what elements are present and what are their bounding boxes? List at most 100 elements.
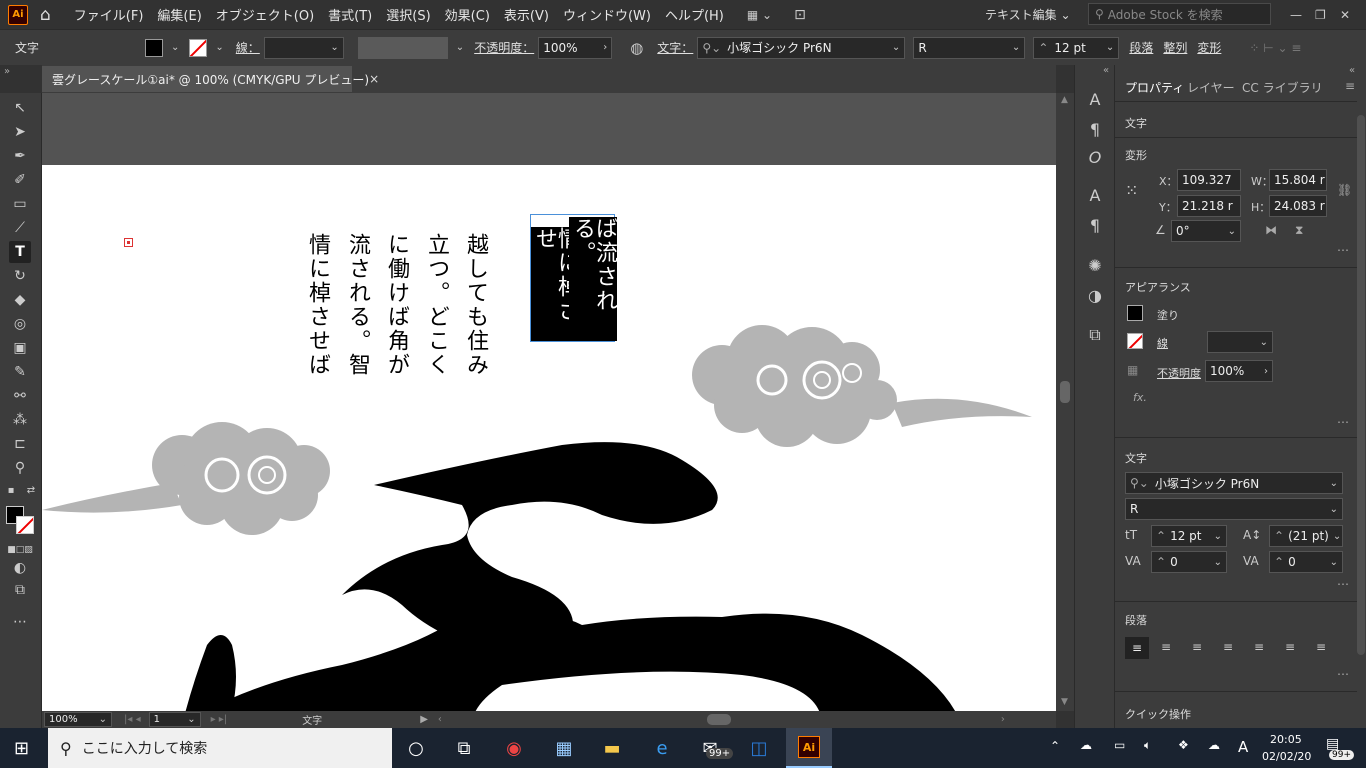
zoom-tool-icon[interactable]: ⚲: [9, 457, 31, 479]
appearance-stroke-swatch[interactable]: [1127, 333, 1143, 349]
menu-effect[interactable]: 効果(C): [438, 5, 497, 24]
home-icon[interactable]: ⌂: [40, 5, 51, 25]
menu-file[interactable]: ファイル(F): [67, 5, 151, 24]
chrome-icon[interactable]: ◉: [501, 736, 527, 760]
hscroll-right-arrow[interactable]: ›: [1001, 714, 1005, 725]
artboards-panel-icon[interactable]: ⧉: [1085, 325, 1105, 345]
rotate-angle-field[interactable]: 0° ⌄: [1171, 220, 1241, 242]
transform-link[interactable]: 変形: [1197, 39, 1221, 56]
character-styles-icon[interactable]: A: [1085, 185, 1105, 205]
volume-icon[interactable]: 🔈︎: [1144, 738, 1151, 753]
blend-tool-icon[interactable]: ⚯: [9, 385, 31, 407]
w-field[interactable]: 15.804 r: [1269, 169, 1327, 191]
hscroll-left-arrow[interactable]: ‹: [438, 714, 442, 725]
task-view-icon[interactable]: ⧉: [451, 736, 477, 760]
symbol-sprayer-tool-icon[interactable]: ⁂: [9, 409, 31, 431]
show-hidden-icons[interactable]: ⌃: [1050, 739, 1060, 753]
vertical-scrollbar[interactable]: ▲ ▼: [1056, 93, 1074, 711]
drawing-mode-icon[interactable]: ◐: [9, 557, 31, 579]
flip-vertical-icon[interactable]: ⧗: [1295, 223, 1303, 238]
transform-more-icon[interactable]: ⋯: [1337, 243, 1349, 257]
panel-tracking-field[interactable]: ⌃ 0 ⌄: [1269, 551, 1343, 573]
canvas-area[interactable]: 情に棹させば 流される。智 に働けば角が 立つ。どこく 越しても住み 情に棹させ…: [42, 93, 1056, 711]
stroke-weight-field[interactable]: ⌄: [263, 36, 344, 59]
selection-tool-icon[interactable]: ↖: [9, 97, 31, 119]
collapse-panel-icon[interactable]: «: [1349, 65, 1355, 76]
panel-kerning-field[interactable]: ⌃ 0 ⌄: [1151, 551, 1227, 573]
tab-layers[interactable]: レイヤー: [1187, 79, 1235, 96]
scroll-up-arrow[interactable]: ▲: [1061, 95, 1068, 105]
appearance-stroke-label[interactable]: 線: [1157, 335, 1168, 351]
reference-point-icon[interactable]: ⁙: [1125, 181, 1138, 200]
paragraph-panel-icon[interactable]: ¶: [1085, 119, 1105, 139]
font-style-field[interactable]: R ⌄: [913, 36, 1026, 59]
warp-tool-icon[interactable]: ◎: [9, 313, 31, 335]
fill-dropdown[interactable]: ⌄: [167, 42, 179, 53]
align-icons[interactable]: ⁘ ⊢ ⌄ ≡: [1249, 41, 1301, 55]
character-panel-icon[interactable]: A: [1085, 89, 1105, 109]
paragraph-more-icon[interactable]: ⋯: [1337, 667, 1349, 681]
default-colors-icon[interactable]: ▪: [4, 483, 18, 497]
workspace-switcher[interactable]: テキスト編集 ⌄: [985, 6, 1071, 23]
panel-collapse-left[interactable]: »: [4, 66, 10, 77]
edge-icon[interactable]: e: [649, 736, 675, 760]
direct-selection-tool-icon[interactable]: ➤: [9, 121, 31, 143]
flip-horizontal-icon[interactable]: ⧓: [1265, 223, 1277, 237]
align-right-icon[interactable]: ≡: [1192, 640, 1202, 654]
brush-dropdown[interactable]: ⌄: [452, 42, 464, 53]
screen-mode-icon[interactable]: ⧉: [9, 579, 31, 601]
font-size-field[interactable]: ⌃ 12 pt ⌄: [1033, 36, 1120, 59]
constrain-proportions-icon[interactable]: ⛓: [1337, 183, 1352, 197]
scroll-down-arrow[interactable]: ▼: [1061, 697, 1068, 707]
store-icon[interactable]: ▦: [551, 736, 577, 760]
align-link[interactable]: 整列: [1163, 39, 1187, 56]
pen-tool-icon[interactable]: ✒: [9, 145, 31, 167]
more-tools-icon[interactable]: ⋯: [9, 611, 31, 633]
font-family-field[interactable]: ⚲⌄ 小塚ゴシック Pr6N ⌄: [697, 36, 906, 59]
artboard-tool-icon[interactable]: ⊏: [9, 433, 31, 455]
tab-properties[interactable]: プロパティ: [1125, 79, 1184, 96]
ime-indicator[interactable]: A: [1238, 738, 1248, 756]
stroke-dropdown[interactable]: ⌄: [211, 42, 223, 53]
close-window-button[interactable]: ✕: [1340, 8, 1350, 22]
file-explorer-icon[interactable]: ▬: [599, 736, 625, 760]
panel-leading-field[interactable]: ⌃ (21 pt) ⌄: [1269, 525, 1343, 547]
effects-fx-button[interactable]: fx.: [1133, 391, 1147, 404]
gradient-tool-icon[interactable]: ▣: [9, 337, 31, 359]
appearance-panel-icon[interactable]: ✺: [1085, 255, 1105, 275]
swap-colors-icon[interactable]: ⇄: [24, 483, 38, 497]
cortana-icon[interactable]: ○: [403, 736, 429, 760]
artboard-number-field[interactable]: 1 ⌄: [148, 712, 201, 727]
appearance-more-icon[interactable]: ⋯: [1337, 415, 1349, 429]
eraser-tool-icon[interactable]: ◆: [9, 289, 31, 311]
outlook-icon[interactable]: ◫: [746, 736, 772, 760]
gpu-icon[interactable]: ⊡: [794, 7, 806, 23]
stroke-swatch[interactable]: [189, 38, 208, 57]
y-field[interactable]: 21.218 r: [1177, 195, 1241, 217]
illustrator-taskbar-button[interactable]: Ai: [786, 728, 832, 768]
x-field[interactable]: 109.327: [1177, 169, 1241, 191]
appearance-opacity-label[interactable]: 不透明度: [1157, 365, 1201, 381]
transparency-panel-icon[interactable]: ◑: [1085, 285, 1105, 305]
variable-width-field[interactable]: [357, 36, 448, 59]
close-tab-button[interactable]: ×: [369, 72, 379, 86]
panel-scrollbar-thumb[interactable]: [1357, 115, 1365, 655]
onedrive-icon[interactable]: ☁: [1080, 738, 1092, 752]
arrange-documents-icon[interactable]: ▦ ⌄: [747, 8, 772, 22]
paintbrush-tool-icon[interactable]: ⟋: [9, 217, 31, 239]
justify-left-icon[interactable]: ≡: [1223, 640, 1233, 654]
menu-object[interactable]: オブジェクト(O): [209, 5, 321, 24]
scroll-thumb[interactable]: [1060, 381, 1070, 403]
appearance-fill-swatch[interactable]: [1127, 305, 1143, 321]
menu-help[interactable]: ヘルプ(H): [658, 5, 731, 24]
appearance-opacity-field[interactable]: 100% ›: [1205, 360, 1273, 382]
menu-type[interactable]: 書式(T): [321, 5, 379, 24]
character-label[interactable]: 文字：: [657, 39, 693, 56]
panel-menu-icon[interactable]: ≡: [1345, 79, 1355, 93]
battery-icon[interactable]: ▭: [1114, 738, 1125, 752]
justify-center-icon[interactable]: ≡: [1254, 640, 1264, 654]
artboard[interactable]: 情に棹させば 流される。智 に働けば角が 立つ。どこく 越しても住み 情に棹させ…: [42, 165, 1056, 711]
panel-font-size-field[interactable]: ⌃ 12 pt ⌄: [1151, 525, 1227, 547]
h-field[interactable]: 24.083 r: [1269, 195, 1327, 217]
align-center-icon[interactable]: ≡: [1161, 640, 1171, 654]
